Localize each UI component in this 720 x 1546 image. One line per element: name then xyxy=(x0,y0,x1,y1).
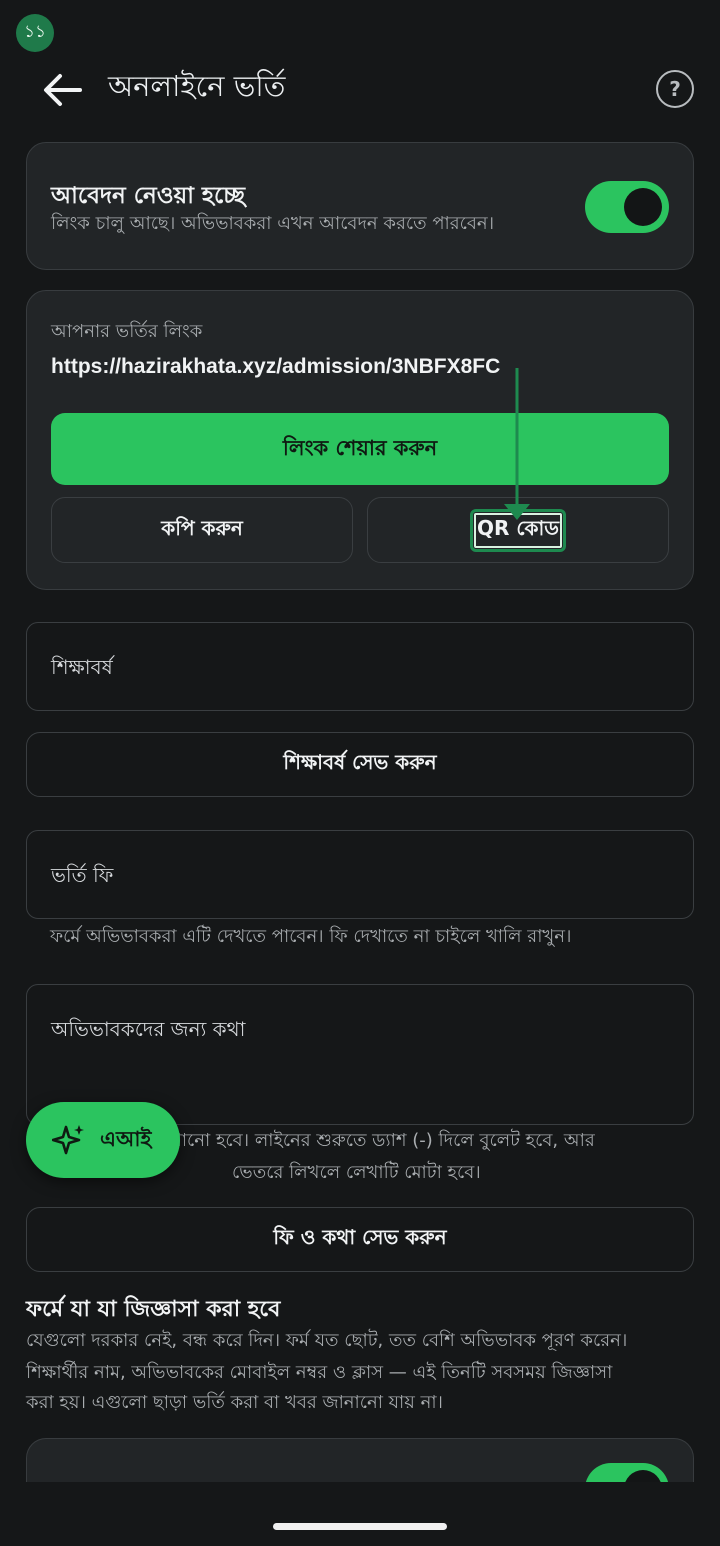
accepting-subtitle: লিংক চালু আছে। অভিভাবকরা এখন আবেদন করতে … xyxy=(51,213,495,234)
admission-fee-field[interactable]: ভর্তি ফি xyxy=(26,830,694,919)
session-field[interactable]: শিক্ষাবর্ষ xyxy=(26,622,694,711)
toggle-knob xyxy=(624,1470,662,1482)
sparkle-icon xyxy=(52,1125,84,1155)
copy-button[interactable]: কপি করুন xyxy=(51,497,353,563)
screen-bottom-cutoff xyxy=(0,1482,720,1546)
fee-helper-text: ফর্মে অভিভাবকরা এটি দেখতে পাবেন। ফি দেখা… xyxy=(50,926,572,947)
questions-desc-line1: যেগুলো দরকার নেই, বন্ধ করে দিন। ফর্ম যত … xyxy=(26,1330,628,1351)
questions-desc-line2: শিক্ষার্থীর নাম, অভিভাবকের মোবাইল নম্বর … xyxy=(26,1362,613,1383)
admission-link-url[interactable]: https://hazirakhata.xyz/admission/3NBFX8… xyxy=(51,355,500,379)
save-fee-note-button[interactable]: ফি ও কথা সেভ করুন xyxy=(26,1207,694,1272)
toggle-knob xyxy=(624,188,662,226)
ai-fab-button[interactable]: এআই xyxy=(26,1102,180,1178)
save-session-button[interactable]: শিক্ষাবর্ষ সেভ করুন xyxy=(26,732,694,797)
status-badge: ১১ xyxy=(16,14,54,52)
question-toggle[interactable] xyxy=(585,1463,669,1482)
accepting-toggle[interactable] xyxy=(585,181,669,233)
home-indicator[interactable] xyxy=(273,1523,447,1530)
question-card xyxy=(26,1438,694,1482)
annotation-arrow xyxy=(504,368,530,520)
guardian-note-label: অভিভাবকদের জন্য কথা xyxy=(51,1017,246,1041)
ai-fab-label: এআই xyxy=(100,1126,152,1151)
accepting-card: আবেদন নেওয়া হচ্ছে লিংক চালু আছে। অভিভাব… xyxy=(26,142,694,270)
back-button[interactable] xyxy=(36,64,88,116)
help-icon[interactable]: ? xyxy=(656,70,694,108)
note-helper-line1: খানো হবে। লাইনের শুরুতে ড্যাশ (-) দিলে ব… xyxy=(170,1130,595,1151)
session-label: শিক্ষাবর্ষ xyxy=(51,655,113,679)
note-helper-line2: ভেতরে লিখলে লেখাটি মোটা হবে। xyxy=(232,1162,481,1183)
link-label: আপনার ভর্তির লিংক xyxy=(51,321,203,342)
arrow-left-icon xyxy=(44,74,82,106)
admission-fee-label: ভর্তি ফি xyxy=(51,863,114,887)
share-link-button[interactable]: লিংক শেয়ার করুন xyxy=(51,413,669,485)
admission-link-card: আপনার ভর্তির লিংক https://hazirakhata.xy… xyxy=(26,290,694,590)
questions-heading: ফর্মে যা যা জিজ্ঞাসা করা হবে xyxy=(26,1297,281,1322)
questions-desc-line3: করা হয়। এগুলো ছাড়া ভর্তি করা বা খবর জা… xyxy=(26,1392,443,1413)
page-title: অনলাইনে ভর্তি xyxy=(108,69,286,103)
